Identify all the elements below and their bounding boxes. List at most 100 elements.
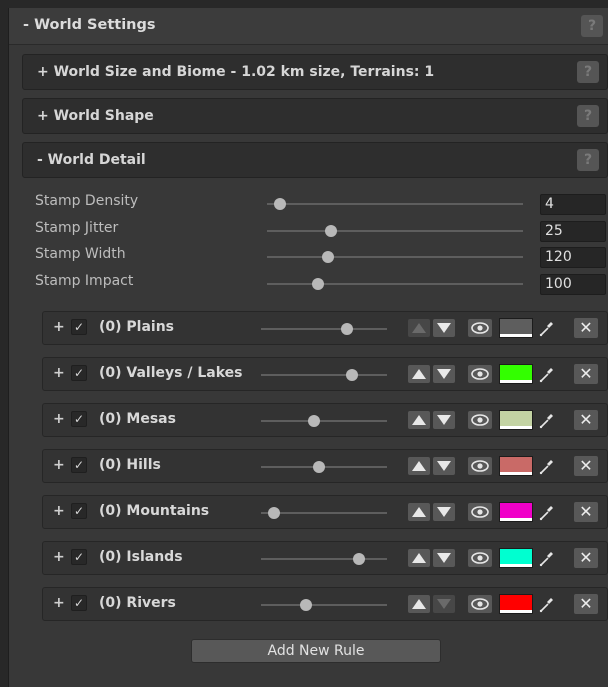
help-icon[interactable]: ? — [577, 149, 599, 171]
visibility-toggle-button[interactable] — [468, 503, 492, 521]
delete-rule-button[interactable]: ✕ — [574, 456, 598, 476]
delete-rule-button[interactable]: ✕ — [574, 364, 598, 384]
section-world-size-label[interactable]: + World Size and Biome - 1.02 km size, T… — [37, 64, 434, 80]
property-slider-track[interactable] — [267, 256, 523, 258]
rule-enabled-checkbox[interactable]: ✓ — [71, 549, 87, 565]
rule-strength-slider-track[interactable] — [261, 604, 387, 606]
visibility-toggle-button[interactable] — [468, 319, 492, 337]
rule-strength-slider-handle[interactable] — [300, 599, 313, 611]
rule-row[interactable]: + ✓ (0) Islands ✕ — [42, 541, 608, 575]
property-slider-handle[interactable] — [325, 225, 337, 237]
delete-rule-button[interactable]: ✕ — [574, 502, 598, 522]
delete-rule-button[interactable]: ✕ — [574, 594, 598, 614]
expand-rule-button[interactable]: + — [53, 319, 65, 335]
rule-enabled-checkbox[interactable]: ✓ — [71, 457, 87, 473]
section-world-shape-label[interactable]: + World Shape — [37, 108, 154, 124]
move-down-button[interactable] — [433, 595, 455, 613]
move-down-button[interactable] — [433, 457, 455, 475]
eyedropper-icon[interactable] — [538, 456, 556, 476]
add-new-rule-button[interactable]: Add New Rule — [191, 639, 441, 663]
move-up-button[interactable] — [408, 549, 430, 567]
eyedropper-icon[interactable] — [538, 410, 556, 430]
delete-rule-button[interactable]: ✕ — [574, 318, 598, 338]
rule-strength-slider-track[interactable] — [261, 328, 387, 330]
property-slider-handle[interactable] — [322, 251, 335, 263]
rule-color-swatch[interactable] — [499, 594, 533, 614]
property-value-field[interactable]: 25 — [540, 221, 606, 242]
move-up-button[interactable] — [408, 319, 430, 337]
rule-enabled-checkbox[interactable]: ✓ — [71, 411, 87, 427]
section-world-detail-label[interactable]: - World Detail — [37, 152, 146, 168]
help-icon[interactable]: ? — [581, 15, 603, 37]
visibility-toggle-button[interactable] — [468, 411, 492, 429]
rule-row[interactable]: + ✓ (0) Plains ✕ — [42, 311, 608, 345]
property-slider-track[interactable] — [267, 283, 523, 285]
rule-strength-slider-track[interactable] — [261, 420, 387, 422]
rule-strength-slider-handle[interactable] — [340, 323, 353, 335]
rule-enabled-checkbox[interactable]: ✓ — [71, 319, 87, 335]
rule-row[interactable]: + ✓ (0) Valleys / Lakes ✕ — [42, 357, 608, 391]
rule-color-swatch[interactable] — [499, 410, 533, 430]
property-value-field[interactable]: 100 — [540, 274, 606, 295]
property-slider-handle[interactable] — [273, 198, 286, 210]
rule-row[interactable]: + ✓ (0) Hills ✕ — [42, 449, 608, 483]
rule-strength-slider-handle[interactable] — [267, 507, 280, 519]
rule-strength-slider-handle[interactable] — [345, 369, 358, 381]
rule-row[interactable]: + ✓ (0) Rivers ✕ — [42, 587, 608, 621]
expand-rule-button[interactable]: + — [53, 549, 65, 565]
move-down-button[interactable] — [433, 503, 455, 521]
rule-strength-slider-track[interactable] — [261, 374, 387, 376]
move-up-button[interactable] — [408, 365, 430, 383]
eyedropper-icon[interactable] — [538, 594, 556, 614]
visibility-toggle-button[interactable] — [468, 549, 492, 567]
rule-strength-slider-handle[interactable] — [353, 553, 366, 565]
expand-rule-button[interactable]: + — [53, 503, 65, 519]
property-slider-track[interactable] — [267, 230, 523, 232]
rule-color-swatch[interactable] — [499, 318, 533, 338]
rule-enabled-checkbox[interactable]: ✓ — [71, 365, 87, 381]
eyedropper-icon[interactable] — [538, 364, 556, 384]
move-up-button[interactable] — [408, 457, 430, 475]
rule-row[interactable]: + ✓ (0) Mesas ✕ — [42, 403, 608, 437]
rule-enabled-checkbox[interactable]: ✓ — [71, 595, 87, 611]
world-settings-title[interactable]: - World Settings — [23, 17, 156, 33]
visibility-toggle-button[interactable] — [468, 457, 492, 475]
move-down-button[interactable] — [433, 319, 455, 337]
property-value-field[interactable]: 120 — [540, 247, 606, 268]
visibility-toggle-button[interactable] — [468, 365, 492, 383]
expand-rule-button[interactable]: + — [53, 411, 65, 427]
rule-strength-slider-handle[interactable] — [312, 461, 325, 473]
eyedropper-icon[interactable] — [538, 548, 556, 568]
rule-strength-slider-track[interactable] — [261, 512, 387, 514]
property-slider-track[interactable] — [267, 203, 523, 205]
visibility-toggle-button[interactable] — [468, 595, 492, 613]
world-settings-header[interactable]: - World Settings ? — [9, 8, 608, 45]
rule-color-swatch[interactable] — [499, 456, 533, 476]
move-down-button[interactable] — [433, 411, 455, 429]
section-world-shape[interactable]: + World Shape ? — [22, 98, 608, 134]
rule-enabled-checkbox[interactable]: ✓ — [71, 503, 87, 519]
help-icon[interactable]: ? — [577, 105, 599, 127]
move-down-button[interactable] — [433, 365, 455, 383]
eyedropper-icon[interactable] — [538, 318, 556, 338]
rule-strength-slider-handle[interactable] — [307, 415, 320, 427]
property-value-field[interactable]: 4 — [540, 194, 606, 215]
move-down-button[interactable] — [433, 549, 455, 567]
move-up-button[interactable] — [408, 503, 430, 521]
expand-rule-button[interactable]: + — [53, 457, 65, 473]
rule-color-swatch[interactable] — [499, 548, 533, 568]
property-slider-handle[interactable] — [312, 278, 325, 290]
move-up-button[interactable] — [408, 595, 430, 613]
expand-rule-button[interactable]: + — [53, 365, 65, 381]
rule-row[interactable]: + ✓ (0) Mountains ✕ — [42, 495, 608, 529]
eyedropper-icon[interactable] — [538, 502, 556, 522]
rule-color-swatch[interactable] — [499, 502, 533, 522]
help-icon[interactable]: ? — [577, 61, 599, 83]
section-world-detail[interactable]: - World Detail ? — [22, 142, 608, 178]
rule-strength-slider-track[interactable] — [261, 558, 387, 560]
expand-rule-button[interactable]: + — [53, 595, 65, 611]
section-world-size[interactable]: + World Size and Biome - 1.02 km size, T… — [22, 54, 608, 90]
rule-color-swatch[interactable] — [499, 364, 533, 384]
delete-rule-button[interactable]: ✕ — [574, 410, 598, 430]
delete-rule-button[interactable]: ✕ — [574, 548, 598, 568]
